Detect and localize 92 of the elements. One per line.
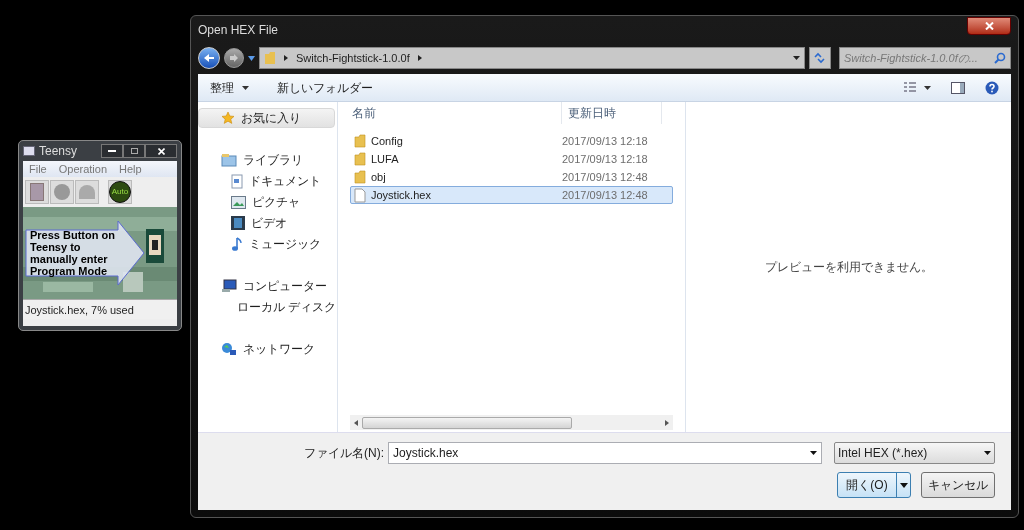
document-icon <box>231 173 243 189</box>
preview-message: プレビューを利用できません。 <box>764 259 933 276</box>
network-icon <box>221 342 237 356</box>
app-icon <box>23 146 35 156</box>
menu-item[interactable]: Help <box>119 161 142 177</box>
nav-item[interactable]: ドキュメント <box>198 171 335 191</box>
caret-icon[interactable] <box>248 55 255 61</box>
nav-item[interactable]: コンピューター <box>198 276 335 296</box>
folder-icon <box>264 51 276 65</box>
status-bar: Joystick.hex, 7% used <box>23 299 177 319</box>
library-icon <box>221 153 237 167</box>
search-field[interactable]: Switch-Fightstick-1.0.0fの... <box>839 47 1011 69</box>
filename-label: ファイル名(N): <box>304 445 384 462</box>
caret-icon <box>899 482 908 488</box>
right-arrow-icon <box>665 419 669 426</box>
folder-icon <box>354 134 366 148</box>
refresh-button[interactable] <box>809 47 831 69</box>
file-date: 2017/09/13 12:18 <box>562 151 648 167</box>
open-button[interactable]: 開く(O) <box>837 472 911 498</box>
pane-icon <box>951 81 965 94</box>
star-icon <box>221 111 235 125</box>
breadcrumb-item[interactable]: Switch-Fightstick-1.0.0f <box>296 49 410 67</box>
nav-item[interactable]: ミュージック <box>198 234 335 254</box>
image-icon <box>231 195 246 209</box>
file-row[interactable]: obj 2017/09/13 12:48 <box>350 168 673 186</box>
music-note-icon <box>231 236 243 252</box>
scrollbar-thumb[interactable] <box>362 416 572 429</box>
close-button[interactable] <box>145 144 177 158</box>
blob-icon <box>54 184 70 200</box>
caret-icon <box>924 85 931 90</box>
right-arrow-icon <box>229 54 239 62</box>
caret-icon <box>984 451 991 455</box>
horizontal-scrollbar[interactable] <box>350 415 673 430</box>
refresh-icon <box>813 52 827 64</box>
computer-icon <box>221 279 237 293</box>
left-arrow-icon <box>203 53 215 63</box>
file-row[interactable]: Config 2017/09/13 12:18 <box>350 132 673 150</box>
folder-icon <box>354 152 366 166</box>
file-icon <box>354 187 366 203</box>
close-icon <box>984 22 994 30</box>
address-bar[interactable]: Switch-Fightstick-1.0.0f <box>259 47 805 69</box>
file-row[interactable]: Joystick.hex 2017/09/13 12:48 <box>350 186 673 204</box>
window-title: Teensy <box>39 143 78 160</box>
toolbar-button[interactable]: 整理 <box>210 78 249 97</box>
nav-item[interactable]: ビデオ <box>198 213 335 233</box>
forward-button[interactable] <box>224 48 244 68</box>
file-date: 2017/09/13 12:48 <box>562 187 648 203</box>
maximize-button[interactable] <box>123 144 145 158</box>
caret-icon <box>810 451 817 455</box>
menu-item[interactable]: Operation <box>58 161 108 177</box>
preview-pane-button[interactable] <box>951 81 965 94</box>
filename-field[interactable]: Joystick.hex <box>388 442 822 464</box>
minimize-button[interactable] <box>101 144 123 158</box>
auto-button[interactable]: Auto <box>108 180 132 204</box>
file-name: Joystick.hex <box>371 187 431 203</box>
cancel-button[interactable]: キャンセル <box>921 472 995 498</box>
chevron-icon <box>284 55 288 61</box>
blob-icon <box>79 185 95 199</box>
caret-icon[interactable] <box>793 56 800 60</box>
nav-item[interactable]: ライブラリ <box>198 150 335 170</box>
caret-icon <box>242 85 249 90</box>
nav-item[interactable]: ネットワーク <box>198 339 335 359</box>
file-row[interactable]: LUFA 2017/09/13 12:18 <box>350 150 673 168</box>
document-button[interactable] <box>25 180 49 204</box>
list-view-icon <box>904 82 916 93</box>
nav-item[interactable]: ローカル ディスク <box>198 297 335 317</box>
file-date: 2017/09/13 12:48 <box>562 169 648 185</box>
folder-icon <box>354 170 366 184</box>
filetype-dropdown[interactable]: Intel HEX (*.hex) <box>834 442 995 464</box>
help-button[interactable] <box>985 80 999 95</box>
nav-item[interactable]: ピクチャ <box>198 192 335 212</box>
close-icon <box>157 147 165 155</box>
left-arrow-icon <box>354 419 358 426</box>
film-icon <box>231 216 245 230</box>
column-header[interactable]: 更新日時 <box>562 102 662 124</box>
close-button[interactable] <box>967 17 1011 35</box>
help-icon <box>985 80 999 95</box>
column-header[interactable]: 名前 <box>338 102 562 124</box>
file-name: LUFA <box>371 151 399 167</box>
file-name: obj <box>371 169 386 185</box>
nav-item[interactable]: お気に入り <box>198 108 335 128</box>
file-date: 2017/09/13 12:18 <box>562 133 648 149</box>
file-name: Config <box>371 133 403 149</box>
menu-item[interactable]: File <box>29 161 47 177</box>
toolbar-button[interactable]: 新しいフォルダー <box>277 78 373 97</box>
window-title: Open HEX File <box>198 22 279 39</box>
back-button[interactable] <box>198 47 220 69</box>
arrow-banner: Press Button on Teensy to manually enter Program Mode <box>25 220 145 286</box>
search-icon <box>994 52 1006 64</box>
view-button[interactable] <box>904 82 931 93</box>
document-icon <box>30 183 44 201</box>
chevron-icon <box>417 55 422 61</box>
